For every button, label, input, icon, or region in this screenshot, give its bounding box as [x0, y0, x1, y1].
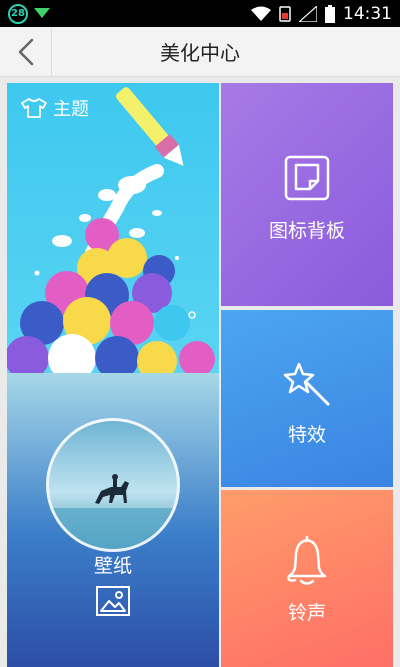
- back-icon: [18, 38, 33, 65]
- back-button[interactable]: [0, 26, 52, 77]
- clock: 14:31: [343, 3, 392, 24]
- sticky-note-icon: [284, 155, 330, 201]
- magic-wand-icon: [283, 362, 330, 406]
- effects-tile[interactable]: 特效: [221, 310, 393, 487]
- app-bar: 美化中心: [0, 26, 400, 77]
- bell-icon: [287, 536, 327, 585]
- image-icon: [96, 586, 130, 616]
- wallpaper-preview: [46, 418, 180, 552]
- ringtone-label: 铃声: [287, 602, 326, 624]
- notification-badge: 28: [8, 3, 28, 24]
- wallpaper-tile[interactable]: 壁纸: [7, 373, 219, 667]
- icon-bg-tile[interactable]: 图标背板: [221, 83, 393, 306]
- content-grid: 主题 壁纸 图标背板 特效 铃声: [0, 77, 400, 667]
- theme-illustration: [7, 87, 215, 373]
- wallpaper-label: 壁纸: [93, 555, 132, 577]
- page-title: 美化中心: [160, 41, 240, 65]
- effects-label: 特效: [287, 424, 326, 446]
- wifi-icon: [251, 6, 271, 21]
- sim-icon: [279, 5, 291, 22]
- icon-bg-label: 图标背板: [268, 220, 345, 242]
- battery-icon: [325, 4, 335, 23]
- theme-tile[interactable]: 主题: [7, 83, 219, 373]
- ringtone-tile[interactable]: 铃声: [221, 490, 393, 667]
- download-icon: [34, 7, 50, 18]
- signal-icon: [299, 5, 317, 22]
- status-bar: 28 14:31: [0, 0, 400, 27]
